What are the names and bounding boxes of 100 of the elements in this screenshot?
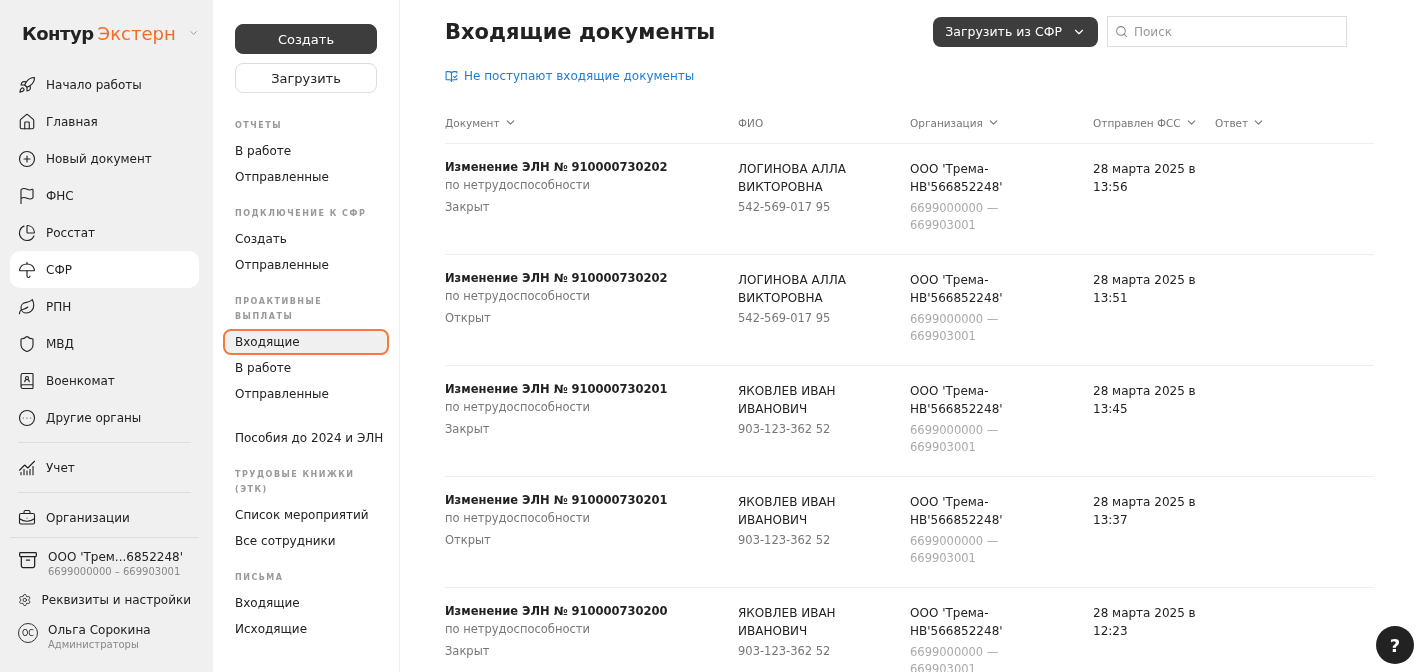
document-status: Открыт bbox=[445, 310, 492, 325]
leaf-icon bbox=[18, 297, 36, 316]
rocket-icon bbox=[18, 75, 36, 94]
document-title[interactable]: Изменение ЭЛН № 910000730202 bbox=[445, 159, 728, 174]
person-snils: 542-569-017 95 bbox=[738, 310, 832, 325]
nav-item[interactable]: ФНС bbox=[10, 177, 199, 214]
flag-icon bbox=[18, 186, 36, 205]
subnav-item[interactable]: Входящие bbox=[223, 590, 389, 616]
load-button[interactable]: Загрузить из СФР bbox=[933, 16, 1098, 47]
nav-item[interactable]: Организации bbox=[10, 499, 199, 536]
column-header[interactable]: Документ bbox=[445, 102, 738, 144]
create-button[interactable]: Создать bbox=[235, 24, 377, 54]
nav-item[interactable]: Главная bbox=[10, 103, 199, 140]
upload-button[interactable]: Загрузить bbox=[235, 63, 377, 93]
person-name: ЯКОВЛЕВ ИВАН ИВАНОВИЧ bbox=[738, 493, 837, 529]
nav-item[interactable]: Военкомат bbox=[10, 362, 199, 399]
document-type: по нетрудоспособности bbox=[445, 621, 591, 636]
column-header[interactable]: Организация bbox=[910, 102, 1093, 144]
person-snils: 542-569-017 95 bbox=[738, 199, 832, 214]
column-header[interactable]: Отправлен ФСС bbox=[1093, 102, 1215, 144]
help-book-icon bbox=[445, 69, 458, 83]
subnav-item[interactable]: Отправленные bbox=[223, 381, 389, 407]
subnav-item[interactable]: В работе bbox=[223, 355, 389, 381]
sent-date: 28 марта 2025 в 13:45 bbox=[1093, 382, 1197, 418]
column-header: ФИО bbox=[738, 102, 910, 144]
subnav-item[interactable]: В работе bbox=[223, 138, 389, 164]
shield-icon bbox=[18, 334, 36, 353]
nav-item[interactable]: Начало работы bbox=[10, 66, 199, 103]
subnav-item[interactable]: Пособия до 2024 и ЭЛН bbox=[223, 425, 389, 451]
person-snils: 903-123-362 52 bbox=[738, 532, 832, 547]
document-type: по нетрудоспособности bbox=[445, 510, 591, 525]
subnav-item[interactable]: Входящие bbox=[223, 329, 389, 355]
organization-codes: 6699000000 — 669903001 bbox=[910, 421, 1000, 456]
subnav-item[interactable]: Создать bbox=[223, 226, 389, 252]
nav-item[interactable]: РПН bbox=[10, 288, 199, 325]
section-heading: ПОДКЛЮЧЕНИЕ К СФР bbox=[235, 208, 368, 220]
help-button[interactable]: ? bbox=[1376, 626, 1414, 664]
page-title: Входящие документы bbox=[445, 19, 717, 44]
nav-item[interactable]: МВД bbox=[10, 325, 199, 362]
section-heading: ОТЧЕТЫ bbox=[235, 120, 283, 132]
user-name[interactable]: Ольга Сорокина bbox=[48, 623, 151, 637]
sent-date: 28 марта 2025 в 13:56 bbox=[1093, 160, 1197, 196]
user-role: Администраторы bbox=[48, 639, 140, 650]
organization-cell-text: ООО 'Трема-НВ'566852248' bbox=[910, 604, 1004, 640]
nav-item[interactable]: Росстат bbox=[10, 214, 199, 251]
subnav-item[interactable]: Отправленные bbox=[223, 164, 389, 190]
organization-codes: 6699000000 — 669903001 bbox=[910, 199, 1000, 234]
document-type: по нетрудоспособности bbox=[445, 177, 591, 192]
sent-date: 28 марта 2025 в 13:51 bbox=[1093, 271, 1197, 307]
organization-cell-text: ООО 'Трема-НВ'566852248' bbox=[910, 382, 1004, 418]
section-heading: ТРУДОВЫЕ КНИЖКИ (ЭТК) bbox=[235, 469, 356, 496]
nav-item[interactable]: Другие органы bbox=[10, 399, 199, 436]
subnav-item[interactable]: Исходящие bbox=[223, 616, 389, 642]
archive-icon bbox=[18, 550, 38, 570]
document-title[interactable]: Изменение ЭЛН № 910000730201 bbox=[445, 492, 728, 507]
organization-cell-text: ООО 'Трема-НВ'566852248' bbox=[910, 493, 1004, 529]
column-header[interactable]: Ответ bbox=[1215, 102, 1374, 144]
person-snils: 903-123-362 52 bbox=[738, 421, 832, 436]
section-heading: ПРОАКТИВНЫЕ ВЫПЛАТЫ bbox=[235, 296, 324, 323]
book-icon bbox=[18, 371, 36, 390]
organization-codes: 6699000000 – 669903001 bbox=[48, 566, 182, 577]
document-status: Закрыт bbox=[445, 199, 491, 214]
logo-product: Экстерн bbox=[97, 22, 176, 44]
search-field[interactable]: Поиск bbox=[1107, 16, 1347, 47]
person-name: ЛОГИНОВА АЛЛА ВИКТОРОВНА bbox=[738, 160, 847, 196]
person-name: ЯКОВЛЕВ ИВАН ИВАНОВИЧ bbox=[738, 382, 837, 418]
sent-date: 28 марта 2025 в 13:37 bbox=[1093, 493, 1197, 529]
person-name: ЛОГИНОВА АЛЛА ВИКТОРОВНА bbox=[738, 271, 847, 307]
settings-icon bbox=[18, 591, 32, 609]
document-status: Открыт bbox=[445, 532, 492, 547]
pie-chart-icon bbox=[18, 223, 36, 242]
document-title[interactable]: Изменение ЭЛН № 910000730201 bbox=[445, 381, 728, 396]
organization-codes: 6699000000 — 669903001 bbox=[910, 532, 1000, 567]
document-title[interactable]: Изменение ЭЛН № 910000730202 bbox=[445, 270, 728, 285]
document-type: по нетрудоспособности bbox=[445, 399, 591, 414]
subnav-item[interactable]: Все сотрудники bbox=[223, 528, 389, 554]
sent-date: 28 марта 2025 в 12:23 bbox=[1093, 604, 1197, 640]
person-snils: 903-123-362 52 bbox=[738, 643, 832, 658]
organization-name[interactable]: ООО 'Трем...6852248' bbox=[48, 550, 184, 564]
umbrella-icon bbox=[18, 260, 36, 279]
document-title[interactable]: Изменение ЭЛН № 910000730200 bbox=[445, 603, 728, 618]
nav-item[interactable]: Учет bbox=[10, 449, 199, 486]
organization-codes: 6699000000 — 669903001 bbox=[910, 643, 1000, 672]
briefcase-icon bbox=[18, 508, 36, 527]
settings-link[interactable]: Реквизиты и настройки bbox=[41, 593, 191, 607]
ellipsis-circle-icon bbox=[18, 408, 36, 427]
subnav-item[interactable]: Отправленные bbox=[223, 252, 389, 278]
organization-cell-text: ООО 'Трема-НВ'566852248' bbox=[910, 160, 1004, 196]
house-icon bbox=[18, 112, 36, 131]
organization-cell-text: ООО 'Трема-НВ'566852248' bbox=[910, 271, 1004, 307]
nav-item[interactable]: Новый документ bbox=[10, 140, 199, 177]
document-type: по нетрудоспособности bbox=[445, 288, 591, 303]
subnav-item[interactable]: Список мероприятий bbox=[223, 502, 389, 528]
plus-circle-icon bbox=[18, 149, 36, 168]
nav-item[interactable]: СФР bbox=[10, 251, 199, 288]
search-icon bbox=[1115, 25, 1128, 38]
organization-codes: 6699000000 — 669903001 bbox=[910, 310, 1000, 345]
help-link[interactable]: Не поступают входящие документы bbox=[445, 69, 695, 83]
document-status: Закрыт bbox=[445, 643, 491, 658]
section-heading: ПИСЬМА bbox=[235, 572, 285, 584]
